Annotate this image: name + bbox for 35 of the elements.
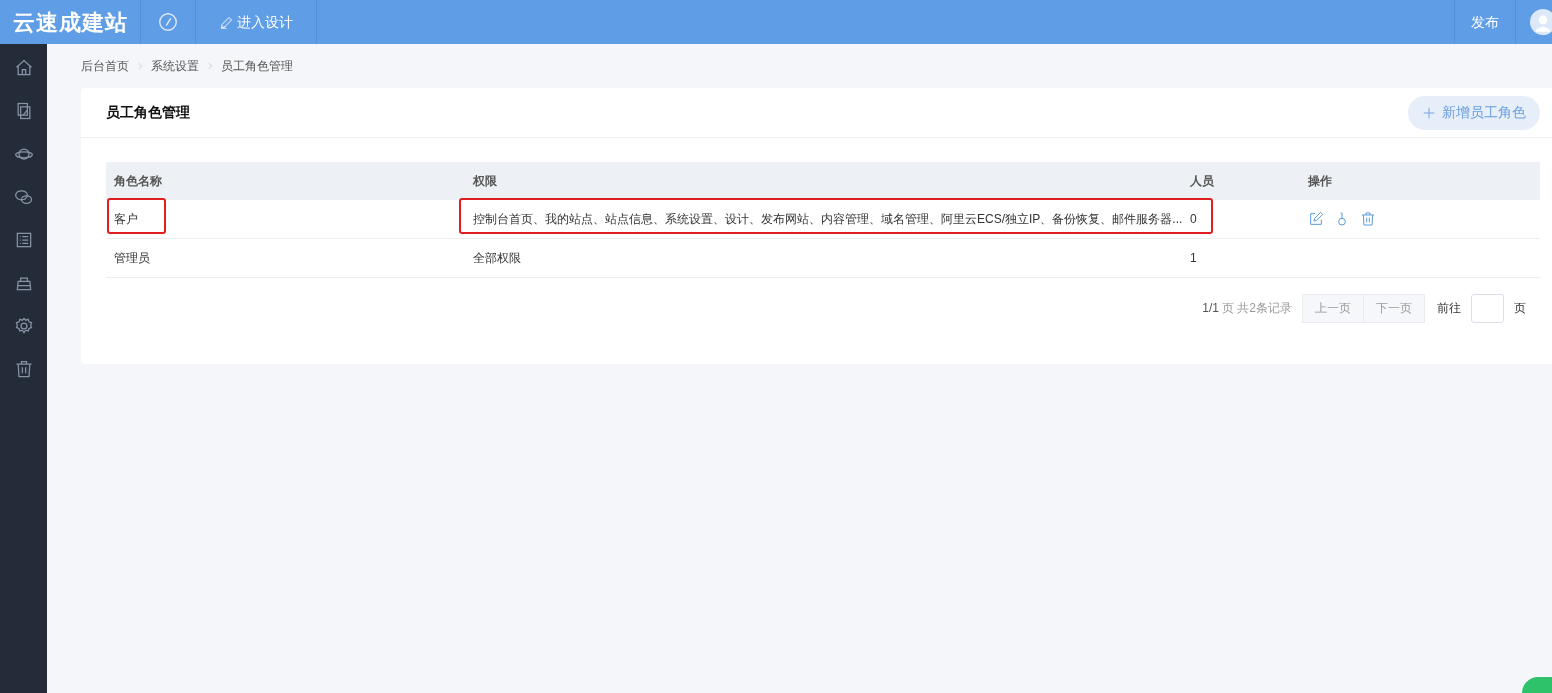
page-input[interactable] — [1471, 293, 1504, 323]
column-header: 操作 — [1307, 173, 1333, 190]
breadcrumb-link[interactable]: 员工角色管理 — [221, 57, 293, 75]
gauge-icon[interactable] — [157, 11, 179, 33]
goto-label: 前往 — [1437, 300, 1461, 317]
table-cell: 管理员 — [114, 251, 150, 265]
table-cell: 0 — [1190, 212, 1197, 226]
breadcrumb-link[interactable]: 系统设置 — [151, 57, 199, 75]
chat-button[interactable] — [1522, 677, 1552, 693]
table-cell: 全部权限 — [473, 251, 521, 265]
chat-icon[interactable] — [13, 187, 34, 207]
column-header: 人员 — [1189, 173, 1215, 190]
enter-design-link[interactable]: 进入设计 — [196, 0, 317, 44]
pencil-icon[interactable] — [219, 14, 234, 30]
column-header: 权限 — [472, 173, 498, 190]
site-logo: 云速成建站 — [11, 8, 129, 37]
table-cell: 客户 — [114, 212, 138, 226]
plus-icon[interactable] — [1422, 105, 1436, 120]
column-header: 角色名称 — [113, 173, 163, 190]
edit-icon[interactable] — [1308, 211, 1324, 227]
table-cell: 1 — [1190, 251, 1197, 265]
home-icon[interactable] — [13, 58, 34, 78]
publish-link[interactable]: 发布 — [1454, 0, 1516, 44]
record-summary: 页 共2条记录 — [1222, 300, 1292, 317]
breadcrumb-link[interactable]: 后台首页 — [81, 57, 129, 75]
avatar-icon[interactable] — [1530, 9, 1552, 35]
card-title: 员工角色管理 — [106, 103, 190, 122]
settings-icon[interactable] — [13, 316, 34, 336]
prev-page-button[interactable]: 上一页 — [1302, 293, 1364, 323]
page-unit-label: 页 — [1514, 300, 1526, 317]
table-cell: 控制台首页、我的站点、站点信息、系统设置、设计、发布网站、内容管理、域名管理、阿里云ECS/独立IP、备份恢复、邮件服务器... — [473, 212, 1183, 226]
add-role-button[interactable]: 新增员工角色 — [1408, 95, 1540, 130]
trash-icon[interactable] — [1360, 211, 1376, 227]
next-page-button[interactable]: 下一页 — [1364, 293, 1425, 323]
page-count: 1/1 — [1202, 300, 1219, 317]
